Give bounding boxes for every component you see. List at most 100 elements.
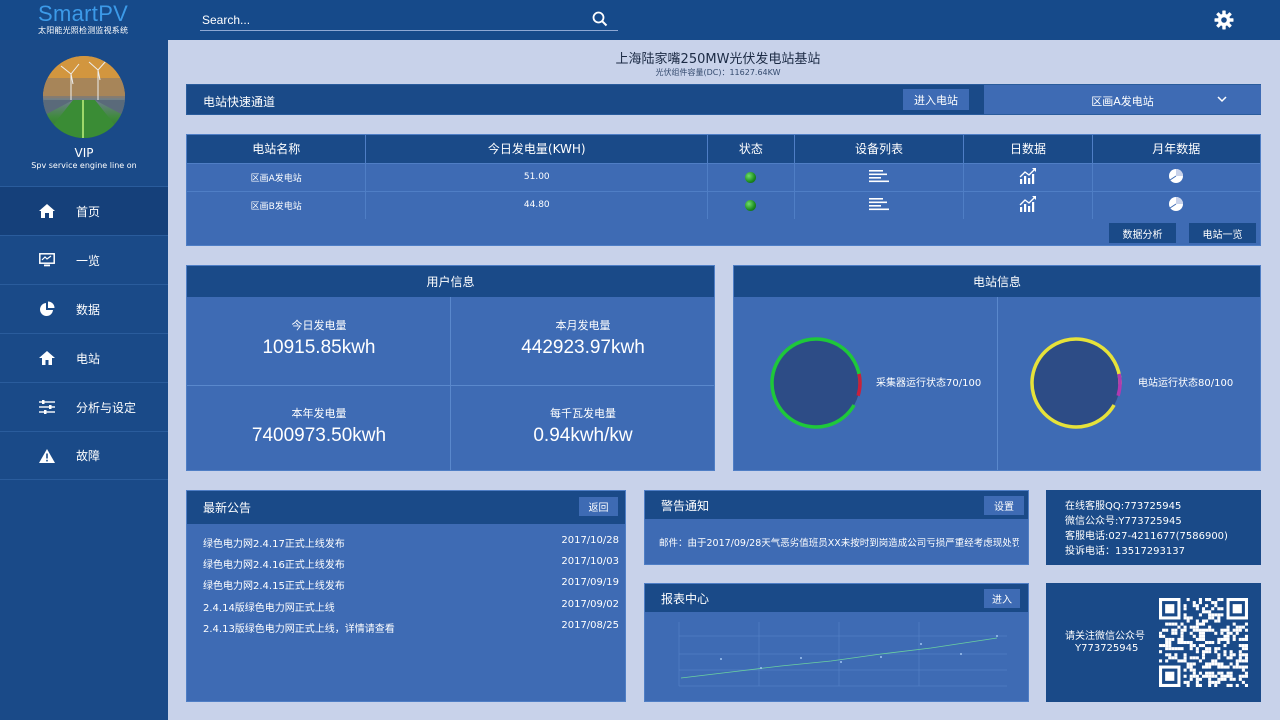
status-ok-icon xyxy=(745,199,757,211)
sidebar-item-station[interactable]: 电站 xyxy=(0,333,168,382)
report-thumbnail-chart xyxy=(678,622,1007,687)
list-item[interactable]: 2.4.14版绿色电力网正式上线 2017/09/02 xyxy=(203,599,619,614)
sidebar-item-label: 电站 xyxy=(76,351,101,366)
report-title: 报表中心 xyxy=(661,591,710,606)
user-service-text: Spv service engine line on xyxy=(31,161,137,170)
sidebar-item-label: 一览 xyxy=(76,253,101,268)
page-subtitle: 光伏组件容量(DC)：11627.64KW xyxy=(655,68,781,77)
today-generation: 51.00 xyxy=(365,162,709,191)
sliders-icon xyxy=(38,398,56,416)
column-header: 月年数据 xyxy=(1092,135,1260,163)
collector-status-label: 采集器运行状态70/100 xyxy=(876,378,982,389)
brand-subtitle: 太阳能光照检测监视系统 xyxy=(38,26,129,35)
avatar[interactable] xyxy=(43,56,125,138)
sidebar: VIP Spv service engine line on 首页 一览 数据 … xyxy=(0,40,168,720)
qr-account: Y773725945 xyxy=(1075,643,1139,654)
sidebar-item-fault[interactable]: 故障 xyxy=(0,431,168,480)
user-info-title: 用户信息 xyxy=(187,266,714,297)
station-status-gauge xyxy=(1030,337,1122,429)
enter-station-button[interactable]: 进入电站 xyxy=(903,89,969,110)
chevron-down-icon xyxy=(1217,96,1227,103)
stat-label: 每千瓦发电量 xyxy=(550,407,616,420)
brand-logo[interactable]: SmartPV 太阳能光照检测监视系统 xyxy=(38,3,128,36)
station-overview-button[interactable]: 电站一览 xyxy=(1189,223,1256,243)
status-cell xyxy=(707,190,795,219)
monthly-data-cell xyxy=(1092,190,1260,219)
sidebar-item-label: 首页 xyxy=(76,204,101,219)
column-header: 设备列表 xyxy=(794,135,965,163)
sidebar-item-home[interactable]: 首页 xyxy=(0,186,168,235)
sidebar-item-analysis[interactable]: 分析与设定 xyxy=(0,382,168,431)
station-name: 区画B发电站 xyxy=(187,190,367,219)
qr-label: 请关注微信公众号 xyxy=(1065,631,1145,642)
brand-name: SmartPV xyxy=(38,1,129,26)
top-bar: SmartPV 太阳能光照检测监视系统 xyxy=(0,0,1280,40)
trend-icon[interactable] xyxy=(1019,195,1037,212)
sidebar-menu: 首页 一览 数据 电站 分析与设定 故障 xyxy=(0,186,168,480)
per-kw-generation-stat: 每千瓦发电量 0.94kwh/kw xyxy=(451,385,715,472)
column-header: 电站名称 xyxy=(187,135,367,163)
list-item[interactable]: 绿色电力网2.4.16正式上线发布 2017/10/03 xyxy=(203,556,619,571)
gear-icon[interactable] xyxy=(1214,10,1234,30)
station-info-title: 电站信息 xyxy=(734,266,1260,297)
status-ok-icon xyxy=(745,171,757,183)
stat-label: 本月发电量 xyxy=(555,319,611,332)
settings-button[interactable]: 设置 xyxy=(984,496,1024,515)
sidebar-item-overview[interactable]: 一览 xyxy=(0,235,168,284)
list-icon[interactable] xyxy=(869,197,890,211)
pie-chart-icon[interactable] xyxy=(1168,168,1184,184)
stat-value: 0.94kwh/kw xyxy=(533,425,633,446)
stat-value: 7400973.50kwh xyxy=(251,425,387,446)
report-header: 报表中心 xyxy=(645,584,1028,612)
sidebar-item-label: 故障 xyxy=(76,449,101,463)
station-select[interactable]: 区画A发电站 xyxy=(984,85,1261,114)
station-info-panel: 电站信息 采集器运行状态70/100 电站运行状态80/100 xyxy=(733,265,1261,471)
search-icon[interactable] xyxy=(592,11,608,27)
stat-value: 442923.97kwh xyxy=(521,337,645,358)
warning-icon xyxy=(38,447,56,465)
pie-chart-icon[interactable] xyxy=(1168,196,1184,212)
stat-label: 本年发电量 xyxy=(291,407,347,420)
sidebar-item-data[interactable]: 数据 xyxy=(0,284,168,333)
daily-data-cell xyxy=(963,162,1093,191)
alert-title: 警告通知 xyxy=(661,498,710,513)
back-button[interactable]: 返回 xyxy=(579,497,618,516)
today-generation: 44.80 xyxy=(365,190,709,219)
trend-icon[interactable] xyxy=(1019,167,1037,184)
month-generation-stat: 本月发电量 442923.97kwh xyxy=(451,297,715,384)
notices-header: 最新公告 xyxy=(187,491,625,524)
report-enter-button[interactable]: 进入 xyxy=(984,589,1020,608)
quick-access-bar: 电站快速通道 进入电站 区画A发电站 xyxy=(186,84,1261,115)
column-header: 今日发电量(KWH) xyxy=(365,135,709,163)
station-status-label: 电站运行状态80/100 xyxy=(1138,378,1234,389)
home-icon xyxy=(38,202,56,220)
data-analysis-button[interactable]: 数据分析 xyxy=(1109,223,1176,243)
alert-panel: 警告通知 设置 邮件：由于2017/09/28天气恶劣值班员XX未按时到岗造成公… xyxy=(644,490,1029,565)
stat-value: 10915.85kwh xyxy=(262,337,376,358)
list-icon[interactable] xyxy=(869,169,890,183)
wind-solar-image xyxy=(43,56,125,138)
stations-table-panel: 电站名称 今日发电量(KWH) 状态 设备列表 日数据 月年数据 区画A发电站 … xyxy=(186,134,1261,246)
year-generation-stat: 本年发电量 7400973.50kwh xyxy=(187,385,451,472)
search-input[interactable] xyxy=(202,11,572,29)
monitor-icon xyxy=(38,251,56,269)
list-item[interactable]: 绿色电力网2.4.17正式上线发布 2017/10/28 xyxy=(203,535,619,550)
house-icon xyxy=(38,349,56,367)
column-header: 状态 xyxy=(707,135,795,163)
contact-qq: 在线客服QQ:773725945 xyxy=(1065,501,1182,512)
page-title: 上海陆家嘴250MW光伏发电站基站 xyxy=(615,52,821,67)
contact-panel: 在线客服QQ:773725945 微信公众号:Y773725945 客服电话:0… xyxy=(1046,490,1261,565)
notices-title: 最新公告 xyxy=(203,501,252,515)
today-generation-stat: 今日发电量 10915.85kwh xyxy=(187,297,451,384)
alert-message[interactable]: 邮件：由于2017/09/28天气恶劣值班员XX未按时到岗造成公司亏损严重经考虑… xyxy=(659,535,1019,549)
qr-code-image xyxy=(1159,598,1248,687)
device-list-cell xyxy=(794,190,965,219)
list-item[interactable]: 绿色电力网2.4.15正式上线发布 2017/09/19 xyxy=(203,577,619,592)
table-row: 区画A发电站 51.00 xyxy=(187,162,1260,191)
pie-chart-icon xyxy=(38,300,56,318)
list-item[interactable]: 2.4.13版绿色电力网正式上线，详情请查看 2017/08/25 xyxy=(203,620,619,635)
sidebar-item-label: 数据 xyxy=(76,302,101,317)
stations-table: 电站名称 今日发电量(KWH) 状态 设备列表 日数据 月年数据 区画A发电站 … xyxy=(187,135,1260,219)
status-cell xyxy=(707,162,795,191)
contact-phone: 客服电话:027-4211677(7586900) xyxy=(1065,531,1228,542)
